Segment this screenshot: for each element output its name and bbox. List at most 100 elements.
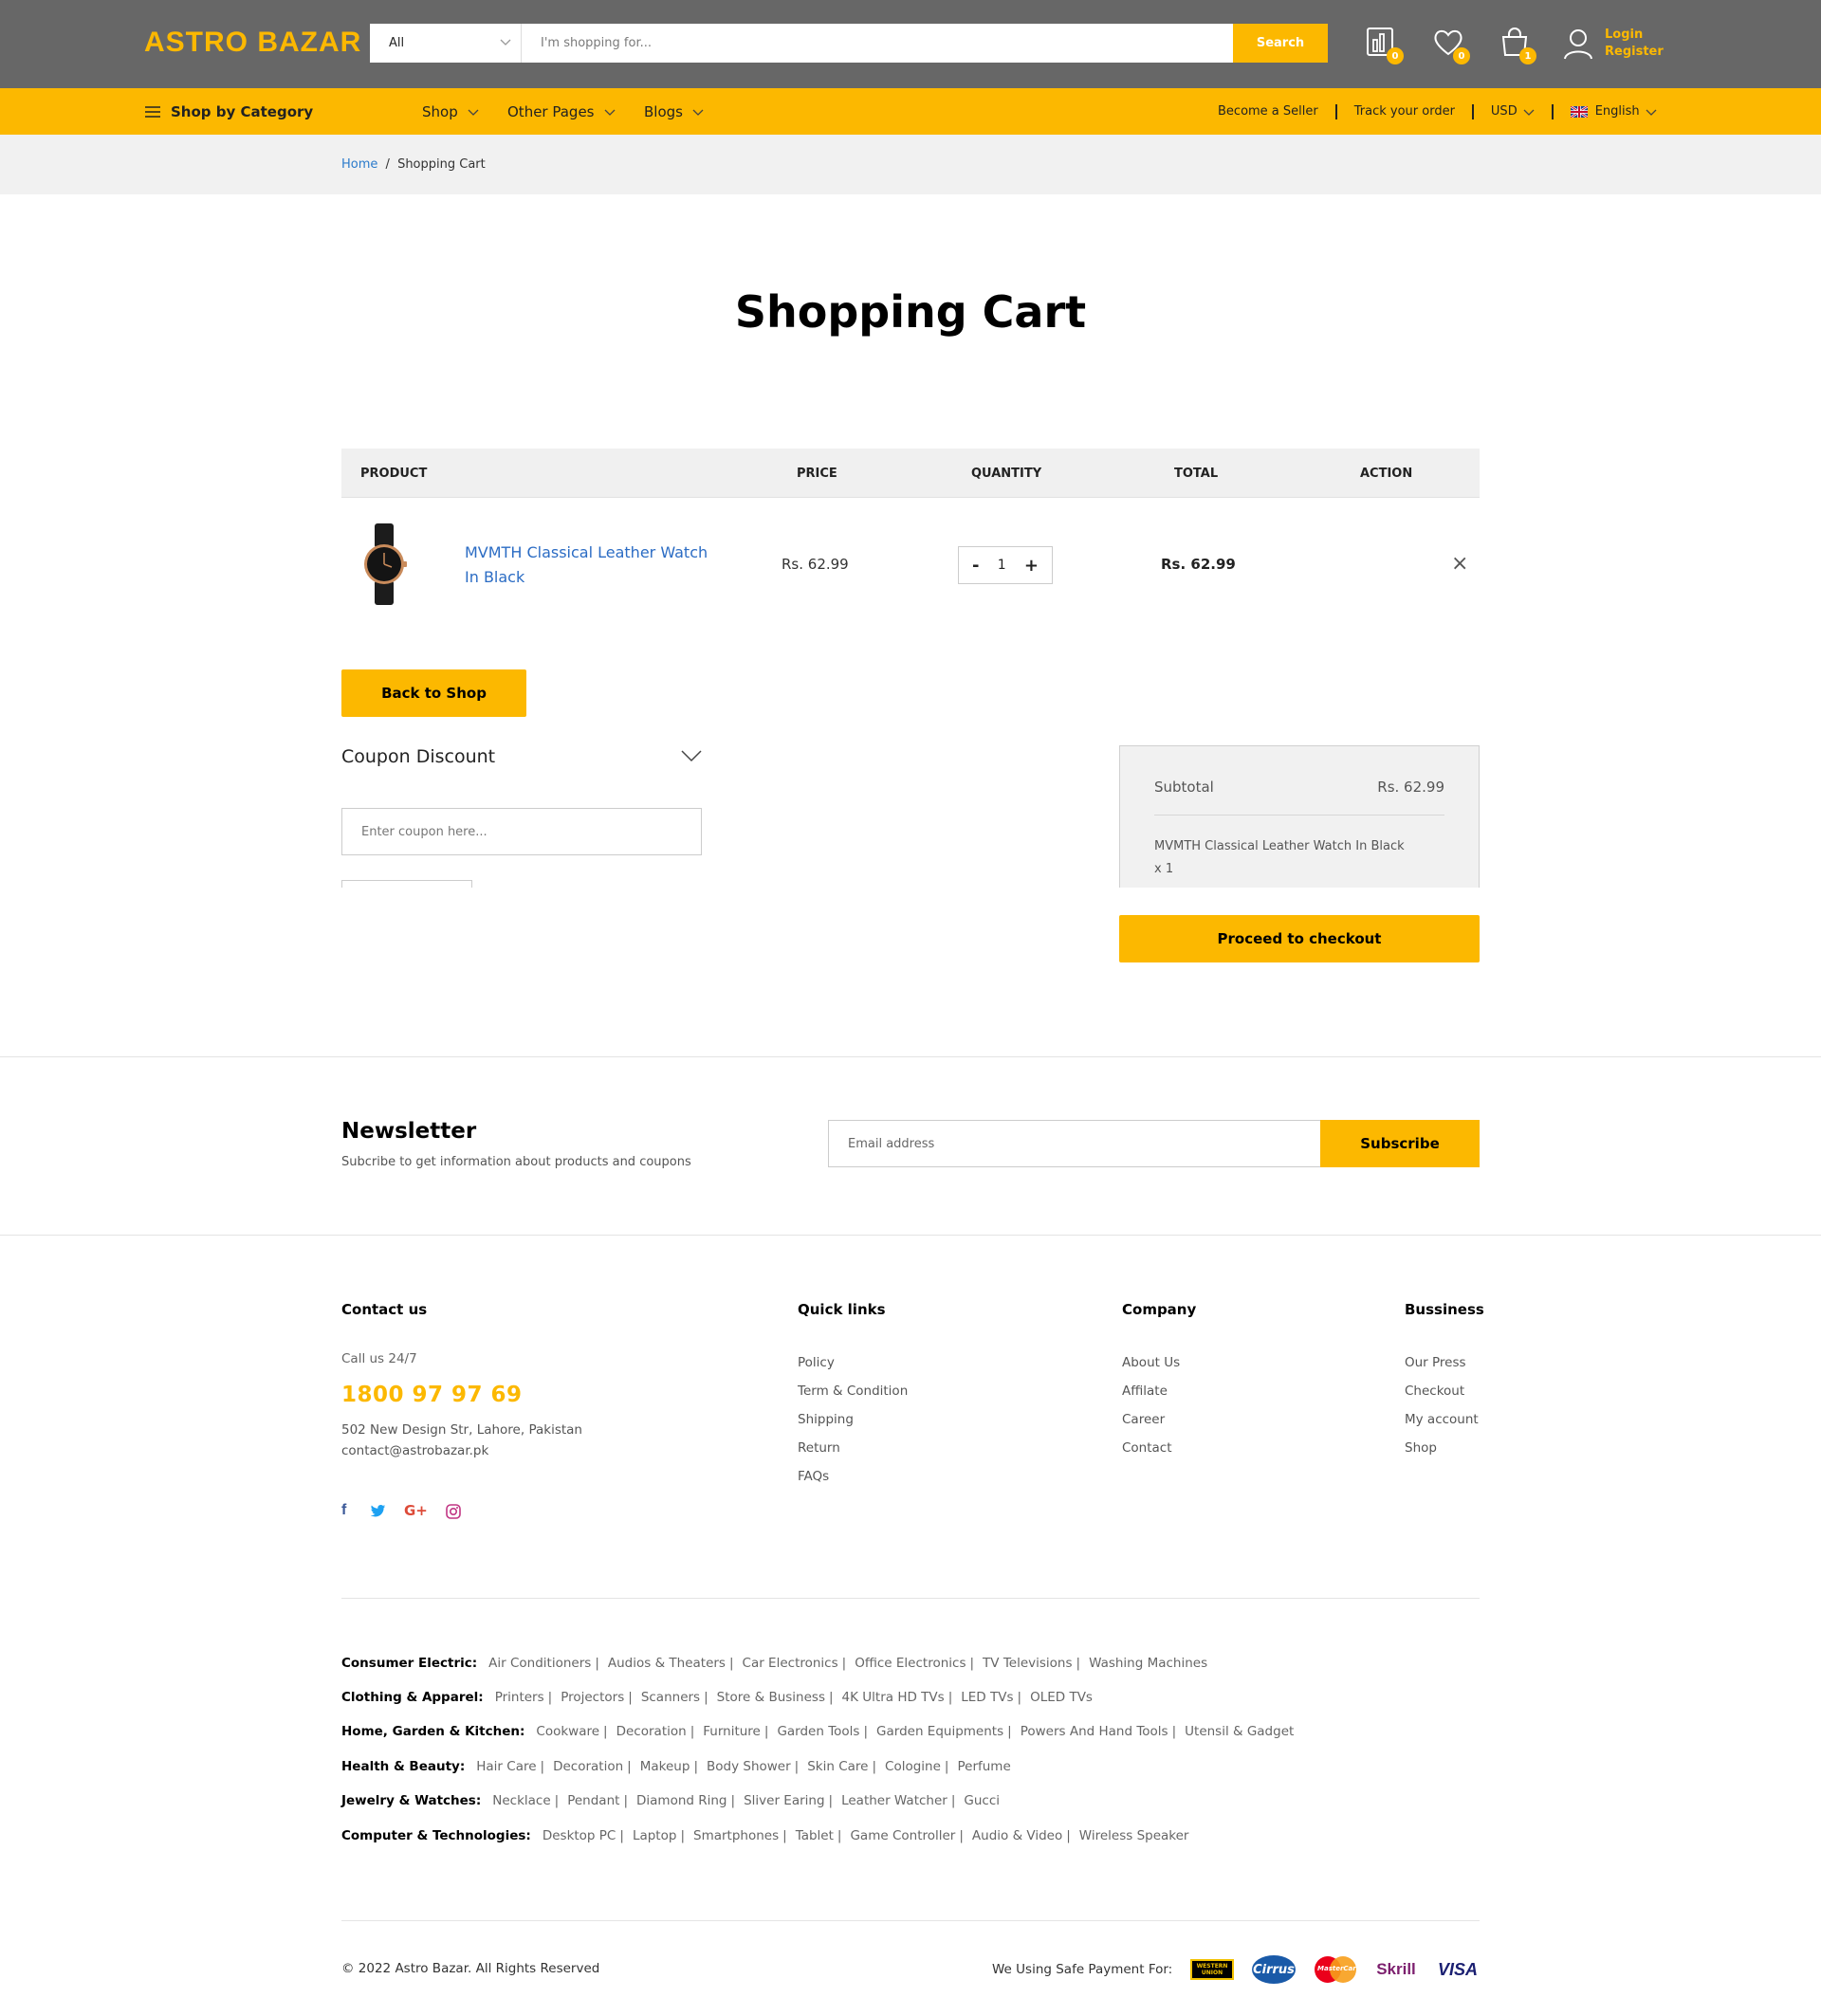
category-link[interactable]: Hair Care [476, 1759, 536, 1774]
product-name-link[interactable]: MVMTH Classical Leather Watch In Black [465, 541, 721, 590]
coupon-input[interactable] [341, 808, 702, 855]
breadcrumb-home-link[interactable]: Home [341, 157, 377, 172]
back-to-shop-button[interactable]: Back to Shop [341, 669, 526, 717]
category-link[interactable]: Garden Tools [777, 1724, 859, 1739]
category-link[interactable]: Furniture [703, 1724, 761, 1739]
category-link[interactable]: Powers And Hand Tools [1021, 1724, 1168, 1739]
track-order-link[interactable]: Track your order [1354, 104, 1455, 119]
category-link[interactable]: 4K Ultra HD TVs [842, 1690, 945, 1705]
separator: | [763, 1724, 769, 1739]
watch-product-thumbnail[interactable] [360, 523, 408, 605]
category-link[interactable]: Scanners [641, 1690, 700, 1705]
quantity-decrease-button[interactable]: - [972, 556, 979, 576]
category-link[interactable]: Utensil & Gadget [1185, 1724, 1294, 1739]
footer-link[interactable]: Contact [1122, 1440, 1172, 1456]
category-link[interactable]: OLED TVs [1030, 1690, 1093, 1705]
footer-link[interactable]: FAQs [798, 1469, 829, 1484]
chevron-down-icon[interactable] [681, 749, 702, 762]
category-link[interactable]: Cologine [885, 1759, 941, 1774]
footer-link[interactable]: About Us [1122, 1355, 1180, 1370]
category-link[interactable]: LED TVs [961, 1690, 1013, 1705]
apply-coupon-button[interactable] [341, 880, 472, 888]
category-link[interactable]: Sliver Earing [744, 1793, 824, 1808]
quantity-value[interactable]: 1 [998, 558, 1006, 573]
instagram-icon[interactable] [446, 1504, 461, 1519]
cart-button[interactable]: 1 [1499, 27, 1536, 64]
footer-link[interactable]: Return [798, 1440, 840, 1456]
footer-link[interactable]: Shop [1405, 1440, 1437, 1456]
category-link[interactable]: Skin Care [807, 1759, 868, 1774]
category-link[interactable]: Makeup [640, 1759, 690, 1774]
category-link[interactable]: Audio & Video [972, 1828, 1062, 1843]
category-link[interactable]: Perfume [957, 1759, 1010, 1774]
search-button[interactable]: Search [1233, 24, 1328, 63]
facebook-icon[interactable]: f [341, 1502, 346, 1519]
footer-link[interactable]: Affilate [1122, 1384, 1168, 1399]
category-link[interactable]: Body Shower [707, 1759, 791, 1774]
footer-link[interactable]: Our Press [1405, 1355, 1466, 1370]
product-price: Rs. 62.99 [782, 556, 849, 573]
summary-item-qty: x 1 [1154, 862, 1174, 876]
quantity-increase-button[interactable]: + [1024, 556, 1039, 576]
category-link[interactable]: Pendant [567, 1793, 619, 1808]
category-link[interactable]: TV Televisions [983, 1656, 1072, 1671]
footer-link[interactable]: Checkout [1405, 1384, 1464, 1399]
shop-by-category-menu[interactable]: Shop by Category [144, 88, 313, 135]
footer-link[interactable]: Shipping [798, 1412, 854, 1427]
wishlist-button[interactable]: 0 [1432, 27, 1470, 64]
category-link[interactable]: Diamond Ring [636, 1793, 727, 1808]
register-link[interactable]: Register [1605, 45, 1664, 59]
newsletter-email-input[interactable] [828, 1120, 1321, 1167]
category-link[interactable]: Decoration [616, 1724, 687, 1739]
separator: | [841, 1656, 847, 1671]
nav-item-other-pages[interactable]: Other Pages [507, 88, 616, 135]
language-select[interactable]: English [1570, 104, 1657, 119]
compare-button[interactable]: 0 [1366, 27, 1404, 64]
search-category-select[interactable]: All [370, 24, 522, 63]
category-heading: Consumer Electric: [341, 1656, 478, 1671]
subtotal-value: Rs. 62.99 [1377, 779, 1444, 796]
logo[interactable]: ASTRO BAZAR [144, 27, 361, 59]
proceed-to-checkout-button[interactable]: Proceed to checkout [1119, 915, 1480, 962]
category-link[interactable]: Air Conditioners [488, 1656, 591, 1671]
nav-item-blogs[interactable]: Blogs [644, 88, 704, 135]
category-link[interactable]: Cookware [536, 1724, 599, 1739]
category-link[interactable]: Gucci [964, 1793, 1000, 1808]
coupon-title[interactable]: Coupon Discount [341, 746, 495, 767]
nav-item-shop[interactable]: Shop [422, 88, 479, 135]
subscribe-button[interactable]: Subscribe [1320, 1120, 1480, 1167]
category-link[interactable]: Printers [495, 1690, 544, 1705]
login-link[interactable]: Login [1605, 27, 1643, 42]
category-link[interactable]: Office Electronics [855, 1656, 966, 1671]
currency-select[interactable]: USD [1491, 104, 1535, 119]
category-link[interactable]: Garden Equipments [876, 1724, 1003, 1739]
subtotal-label: Subtotal [1154, 779, 1214, 796]
category-link[interactable]: Tablet [796, 1828, 834, 1843]
become-seller-link[interactable]: Become a Seller [1218, 104, 1318, 119]
category-link[interactable]: Necklace [492, 1793, 550, 1808]
twitter-icon[interactable] [370, 1505, 386, 1518]
mastercard-logo: MasterCard [1313, 1955, 1361, 1984]
footer-link[interactable]: Term & Condition [798, 1384, 908, 1399]
category-link[interactable]: Projectors [561, 1690, 624, 1705]
category-link[interactable]: Game Controller [850, 1828, 955, 1843]
category-link[interactable]: Leather Watcher [841, 1793, 947, 1808]
google-plus-icon[interactable]: G+ [404, 1502, 428, 1519]
footer-link[interactable]: Policy [798, 1355, 835, 1370]
separator: | [1007, 1724, 1012, 1739]
category-link[interactable]: Laptop [633, 1828, 677, 1843]
category-link[interactable]: Smartphones [693, 1828, 779, 1843]
category-link[interactable]: Decoration [553, 1759, 623, 1774]
category-link[interactable]: Washing Machines [1089, 1656, 1207, 1671]
category-link[interactable]: Store & Business [717, 1690, 825, 1705]
category-link[interactable]: Audios & Theaters [608, 1656, 726, 1671]
category-link[interactable]: Desktop PC [543, 1828, 616, 1843]
search-input[interactable] [522, 24, 1233, 63]
category-link[interactable]: Car Electronics [743, 1656, 838, 1671]
category-link[interactable]: Wireless Speaker [1079, 1828, 1189, 1843]
shop-by-category-label: Shop by Category [171, 102, 314, 120]
footer-link[interactable]: Career [1122, 1412, 1165, 1427]
footer-link[interactable]: My account [1405, 1412, 1479, 1427]
remove-item-close-icon[interactable]: × [1451, 552, 1468, 576]
separator: | [950, 1793, 956, 1808]
